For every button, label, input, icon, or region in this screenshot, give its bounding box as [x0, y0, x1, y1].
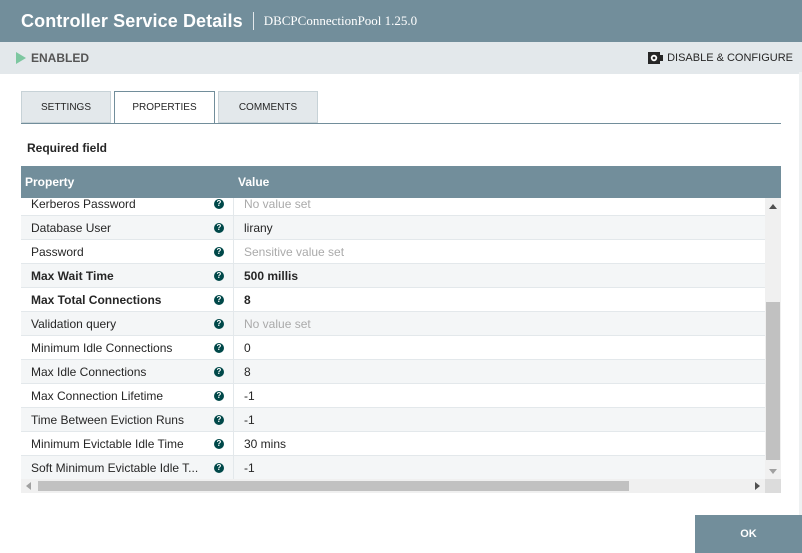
table-row[interactable]: Max Wait Time? 500 millis [21, 264, 765, 288]
help-icon[interactable]: ? [214, 438, 224, 449]
property-value[interactable]: No value set [234, 312, 311, 335]
help-icon[interactable]: ? [214, 462, 224, 473]
help-icon[interactable]: ? [214, 222, 224, 233]
property-name-cell: Kerberos Password? [21, 198, 234, 215]
help-icon[interactable]: ? [214, 294, 224, 305]
tab-settings[interactable]: SETTINGS [21, 91, 111, 123]
property-name: Kerberos Password [31, 198, 136, 211]
properties-table: Property Value Kerberos Password? No valu… [21, 166, 781, 493]
property-name: Max Connection Lifetime [31, 388, 164, 403]
ok-button-label: OK [740, 528, 757, 540]
property-value[interactable]: No value set [234, 198, 311, 215]
table-header: Property Value [21, 166, 781, 198]
property-name: Minimum Idle Connections [31, 340, 173, 355]
tab-comments[interactable]: COMMENTS [218, 91, 318, 123]
property-name: Max Wait Time [31, 268, 114, 283]
property-value[interactable]: lirany [234, 216, 273, 239]
property-value[interactable]: 8 [234, 360, 251, 383]
dialog-subtitle: DBCPConnectionPool 1.25.0 [263, 13, 418, 28]
enabled-play-icon [16, 52, 26, 64]
property-name-cell: Max Total Connections? [21, 288, 234, 311]
tab-comments-label: COMMENTS [238, 101, 298, 113]
property-name-cell: Validation query? [21, 312, 234, 335]
table-row[interactable]: Max Idle Connections? 8 [21, 360, 765, 384]
dialog-header: Controller Service Details DBCPConnectio… [0, 0, 802, 42]
help-icon[interactable]: ? [214, 414, 224, 425]
scroll-up-arrow-icon[interactable] [769, 204, 777, 209]
table-row[interactable]: Max Connection Lifetime? -1 [21, 384, 765, 408]
title-separator [252, 12, 254, 30]
table-row[interactable]: Validation query? No value set [21, 312, 765, 336]
property-name: Database User [31, 220, 112, 235]
scroll-left-arrow-icon[interactable] [26, 482, 31, 490]
property-value[interactable]: -1 [234, 384, 255, 407]
help-icon[interactable]: ? [214, 342, 224, 353]
table-row[interactable]: Max Total Connections? 8 [21, 288, 765, 312]
help-icon[interactable]: ? [214, 198, 224, 209]
scroll-right-arrow-icon[interactable] [755, 482, 760, 490]
status-bar: ENABLED DISABLE & CONFIGURE [0, 42, 802, 74]
vertical-scroll-thumb[interactable] [766, 302, 780, 460]
help-icon[interactable]: ? [214, 366, 224, 377]
property-name: Soft Minimum Evictable Idle T... [31, 460, 199, 475]
property-value[interactable]: 30 mins [234, 432, 286, 455]
property-name-cell: Max Connection Lifetime? [21, 384, 234, 407]
property-value[interactable]: 500 millis [234, 264, 298, 287]
property-name-cell: Max Idle Connections? [21, 360, 234, 383]
tab-properties-label: PROPERTIES [132, 102, 197, 113]
property-name: Validation query [31, 316, 117, 331]
table-row[interactable]: Soft Minimum Evictable Idle T...? -1 [21, 456, 765, 480]
property-name-cell: Minimum Idle Connections? [21, 336, 234, 359]
dialog-title: Controller Service Details [21, 10, 243, 31]
help-icon[interactable]: ? [214, 318, 224, 329]
table-row[interactable]: Minimum Evictable Idle Time? 30 mins [21, 432, 765, 456]
property-name-cell: Max Wait Time? [21, 264, 234, 287]
tab-properties[interactable]: PROPERTIES [114, 91, 215, 124]
property-value[interactable]: 0 [234, 336, 251, 359]
disable-configure-label: DISABLE & CONFIGURE [667, 52, 793, 64]
table-body: Kerberos Password? No value set Database U… [21, 198, 765, 480]
property-name-cell: Minimum Evictable Idle Time? [21, 432, 234, 455]
tab-settings-label: SETTINGS [40, 101, 91, 113]
tab-bar: SETTINGS PROPERTIES COMMENTS [21, 91, 321, 124]
property-name-cell: Database User? [21, 216, 234, 239]
property-name: Max Idle Connections [31, 364, 147, 379]
table-row[interactable]: Kerberos Password? No value set [21, 198, 765, 216]
property-value[interactable]: Sensitive value set [234, 240, 344, 263]
required-field-note: Required field [27, 141, 108, 155]
property-name-cell: Password? [21, 240, 234, 263]
property-value[interactable]: -1 [234, 456, 255, 479]
table-row[interactable]: Database User? lirany [21, 216, 765, 240]
table-row[interactable]: Password? Sensitive value set [21, 240, 765, 264]
horizontal-scrollbar[interactable] [21, 479, 765, 493]
column-header-value[interactable]: Value [234, 175, 269, 189]
help-icon[interactable]: ? [214, 390, 224, 401]
ok-button[interactable]: OK [695, 515, 802, 553]
vertical-scrollbar[interactable] [765, 198, 781, 480]
scroll-down-arrow-icon[interactable] [769, 469, 777, 474]
property-name: Password [31, 244, 84, 259]
property-name: Time Between Eviction Runs [31, 412, 184, 427]
property-value[interactable]: 8 [234, 288, 251, 311]
table-row[interactable]: Time Between Eviction Runs? -1 [21, 408, 765, 432]
gear-config-icon [648, 52, 664, 64]
property-value[interactable]: -1 [234, 408, 255, 431]
service-status: ENABLED [16, 51, 89, 65]
horizontal-scroll-thumb[interactable] [38, 481, 629, 491]
property-name-cell: Time Between Eviction Runs? [21, 408, 234, 431]
help-icon[interactable]: ? [214, 270, 224, 281]
status-label: ENABLED [31, 51, 90, 65]
scrollbar-corner [765, 479, 781, 493]
table-rows: Kerberos Password? No value set Database U… [21, 198, 765, 480]
disable-configure-button[interactable]: DISABLE & CONFIGURE [647, 51, 793, 65]
property-name-cell: Soft Minimum Evictable Idle T...? [21, 456, 234, 479]
tabs-underline [21, 123, 781, 124]
table-row[interactable]: Minimum Idle Connections? 0 [21, 336, 765, 360]
property-name: Max Total Connections [31, 292, 162, 307]
property-name: Minimum Evictable Idle Time [31, 436, 184, 451]
column-header-property[interactable]: Property [21, 175, 234, 189]
help-icon[interactable]: ? [214, 246, 224, 257]
